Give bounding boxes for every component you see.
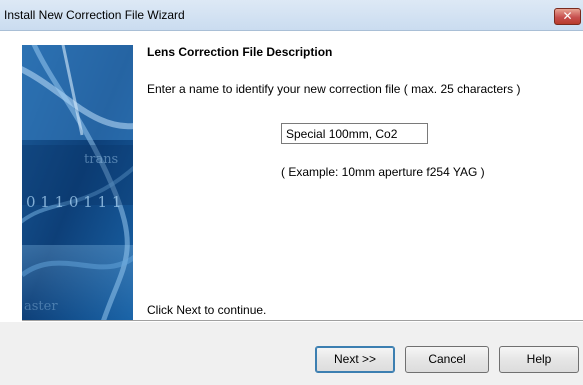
wizard-banner-image: 0 1 1 0 1 1 1 trans aster <box>22 45 133 320</box>
next-button[interactable]: Next >> <box>315 346 395 373</box>
wizard-window: Install New Correction File Wizard ✕ 0 1… <box>0 0 583 385</box>
title-bar: Install New Correction File Wizard ✕ <box>0 0 583 31</box>
help-button[interactable]: Help <box>499 346 579 373</box>
example-text: ( Example: 10mm aperture f254 YAG ) <box>281 165 485 179</box>
wizard-page: 0 1 1 0 1 1 1 trans aster Lens Correctio… <box>0 31 583 331</box>
continue-hint: Click Next to continue. <box>147 303 267 317</box>
window-title: Install New Correction File Wizard <box>4 8 185 22</box>
banner-word: trans <box>84 152 118 167</box>
cancel-button[interactable]: Cancel <box>405 346 489 373</box>
correction-file-name-input[interactable] <box>281 123 428 144</box>
instruction-text: Enter a name to identify your new correc… <box>147 82 521 96</box>
button-bar <box>0 322 583 385</box>
close-button[interactable]: ✕ <box>554 8 581 25</box>
close-icon: ✕ <box>562 9 573 23</box>
banner-word-2: aster <box>24 299 58 314</box>
banner-graphic: 0 1 1 0 1 1 1 trans aster <box>22 45 133 320</box>
page-heading: Lens Correction File Description <box>147 45 333 59</box>
banner-digits: 0 1 1 0 1 1 1 <box>26 193 121 211</box>
